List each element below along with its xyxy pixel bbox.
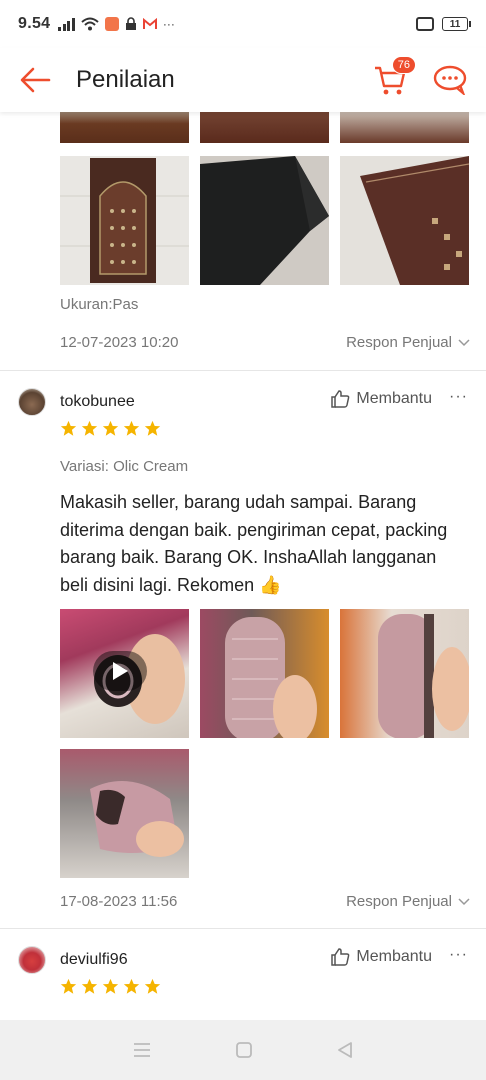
review-date: 12-07-2023 10:20	[60, 334, 179, 351]
star-icon	[123, 978, 140, 994]
mat-corner-image	[360, 156, 469, 285]
page-title: Penilaian	[76, 66, 175, 93]
play-button[interactable]	[93, 651, 147, 691]
review-divider	[0, 928, 486, 929]
rating-stars	[60, 978, 161, 995]
rolled-mat-image	[378, 614, 469, 738]
star-icon	[144, 420, 161, 436]
reviews-list: Ukuran:Pas 12-07-2023 10:20 Respon Penju…	[0, 112, 486, 1020]
helpful-label: Membantu	[356, 948, 432, 965]
seller-response-toggle[interactable]: Respon Penjual	[346, 334, 470, 351]
helpful-label: Membantu	[356, 390, 432, 407]
review-detail: Ukuran:Pas	[60, 296, 139, 313]
helpful-button[interactable]: Membantu	[330, 389, 432, 409]
thumbs-up-icon	[331, 390, 350, 408]
reviewer-username: tokobunee	[60, 393, 135, 410]
fabric-back-image	[200, 156, 329, 285]
status-bar: 9.54 ··· 11	[0, 0, 486, 48]
review-photo[interactable]	[200, 609, 329, 738]
menu-icon[interactable]	[132, 1042, 152, 1058]
star-icon	[102, 978, 119, 994]
shopee-app-icon	[104, 17, 119, 31]
more-notifications-icon: ···	[162, 17, 175, 31]
avatar[interactable]	[18, 946, 46, 974]
prayer-mat-image	[60, 158, 189, 283]
helpful-button[interactable]: Membantu	[330, 947, 432, 967]
vibrate-icon	[416, 17, 434, 31]
avatar[interactable]	[18, 388, 46, 416]
reviewer-info: tokobunee	[18, 388, 135, 416]
review-photo[interactable]	[60, 749, 189, 878]
review-photo[interactable]	[340, 112, 469, 143]
wifi-icon	[81, 17, 99, 31]
system-nav-bar	[0, 1020, 486, 1080]
review-photo[interactable]	[340, 156, 469, 285]
reviewer-info: deviulfi96	[18, 946, 128, 974]
review-divider	[0, 370, 486, 371]
play-icon	[113, 662, 128, 680]
seller-response-label: Respon Penjual	[346, 893, 452, 910]
status-time: 9.54	[18, 15, 51, 32]
review-date: 17-08-2023 11:56	[60, 893, 178, 910]
cart-button[interactable]: 76	[370, 56, 416, 100]
review-photo[interactable]	[200, 156, 329, 285]
star-icon	[60, 978, 77, 994]
home-icon[interactable]	[235, 1041, 253, 1059]
chat-icon	[433, 65, 467, 95]
review-photo[interactable]	[60, 156, 189, 285]
thumbs-up-icon	[331, 948, 350, 966]
star-icon	[81, 978, 98, 994]
star-icon	[102, 420, 119, 436]
review-comment: Makasih seller, barang udah sampai. Bara…	[60, 492, 448, 595]
top-app-bar: Penilaian 76	[0, 48, 486, 112]
battery-icon: 11	[442, 17, 471, 31]
signal-icon	[58, 17, 75, 31]
more-options-button[interactable]: ···	[449, 946, 468, 964]
unrolled-mat-image	[90, 781, 184, 857]
reviewer-username: deviulfi96	[60, 951, 128, 968]
lock-app-icon	[125, 17, 136, 30]
star-icon	[81, 420, 98, 436]
chevron-down-icon	[458, 338, 470, 346]
rolled-mat-image	[225, 617, 317, 738]
back-button[interactable]	[0, 48, 70, 112]
back-arrow-icon	[20, 67, 51, 93]
seller-response-toggle[interactable]: Respon Penjual	[346, 893, 470, 910]
review-video[interactable]	[60, 609, 189, 738]
gmail-icon	[142, 18, 157, 29]
chat-button[interactable]	[430, 60, 470, 100]
chevron-down-icon	[458, 897, 470, 905]
star-icon	[60, 420, 77, 436]
review-photo[interactable]	[340, 609, 469, 738]
more-options-button[interactable]: ···	[449, 388, 468, 406]
review-photo[interactable]	[200, 112, 329, 143]
rating-stars	[60, 420, 161, 437]
seller-response-label: Respon Penjual	[346, 334, 452, 351]
back-nav-icon[interactable]	[336, 1041, 354, 1059]
star-icon	[123, 420, 140, 436]
review-photo[interactable]	[60, 112, 189, 143]
product-variation: Variasi: Olic Cream	[60, 458, 189, 475]
cart-count-badge: 76	[391, 56, 416, 74]
battery-level: 11	[449, 18, 461, 30]
star-icon	[144, 978, 161, 994]
